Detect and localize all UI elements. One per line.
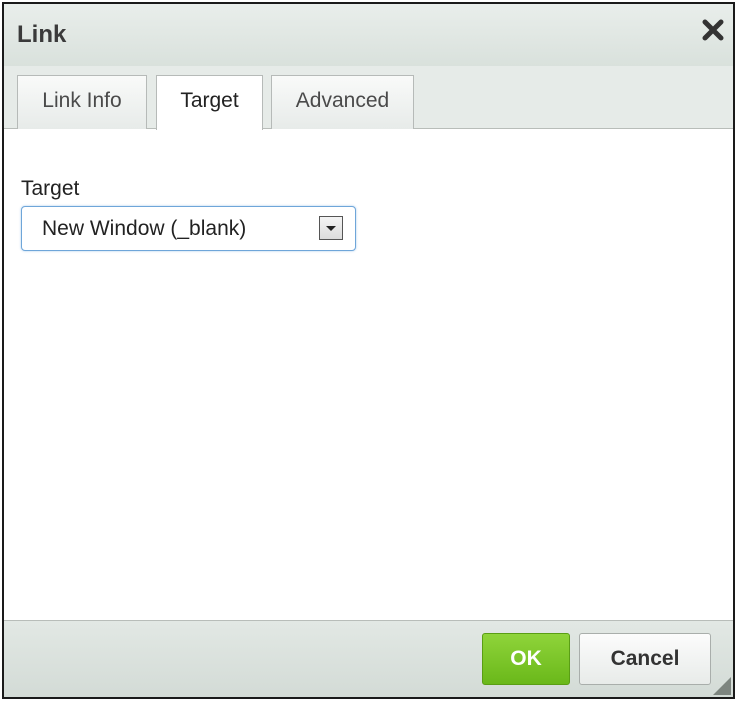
link-dialog: Link Link Info Target Advanced Target Ne… bbox=[2, 2, 735, 699]
cancel-button[interactable]: Cancel bbox=[579, 633, 711, 685]
close-icon[interactable] bbox=[699, 16, 727, 44]
tab-advanced[interactable]: Advanced bbox=[271, 75, 414, 129]
resize-grip-icon[interactable] bbox=[713, 677, 731, 695]
tab-target[interactable]: Target bbox=[156, 75, 263, 130]
tab-content-target: Target New Window (_blank) bbox=[4, 129, 733, 622]
tab-label: Advanced bbox=[295, 89, 390, 112]
ok-button[interactable]: OK bbox=[482, 633, 570, 685]
dialog-title: Link bbox=[17, 21, 67, 48]
target-label: Target bbox=[21, 177, 80, 200]
tab-label: Target bbox=[180, 89, 239, 112]
dialog-footer: OK Cancel bbox=[4, 620, 733, 697]
tab-bar: Link Info Target Advanced bbox=[4, 66, 733, 130]
target-select-value: New Window (_blank) bbox=[42, 217, 247, 240]
dialog-titlebar[interactable]: Link bbox=[4, 4, 733, 66]
chevron-down-icon[interactable] bbox=[319, 216, 343, 240]
tab-link-info[interactable]: Link Info bbox=[17, 75, 147, 129]
tab-label: Link Info bbox=[42, 89, 122, 112]
target-select[interactable]: New Window (_blank) bbox=[21, 206, 356, 251]
